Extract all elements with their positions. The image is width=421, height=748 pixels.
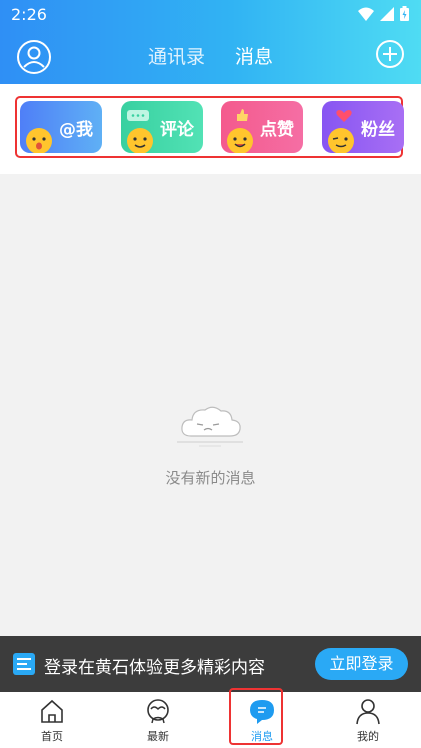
category-mention[interactable]: @我 [20,101,102,153]
login-banner: 登录在黄石体验更多精彩内容 立即登录 [0,636,421,692]
speech-bubble-icon [127,110,149,121]
emoji-face-icon [328,128,354,153]
category-like[interactable]: 点赞 [221,101,303,153]
emoji-face-icon [127,128,153,153]
nav-item-home[interactable]: 首页 [12,692,92,748]
category-label: 点赞 [260,120,294,140]
nav-row: 通讯录 消息 [0,28,421,84]
empty-state-text: 没有新的消息 [165,469,256,487]
app-logo-icon [13,653,35,675]
emoji-face-icon [227,128,253,153]
status-bar: 2:26 [0,0,421,28]
cloud-face-icon [177,406,243,447]
bottom-nav: 首页 最新 消息 我的 [0,692,421,748]
thumb-up-icon [237,109,248,121]
wifi-icon [358,7,374,21]
signal-icon [380,6,394,21]
category-label: @我 [59,120,93,140]
nav-label: 首页 [41,730,63,743]
header-tabs: 通讯录 消息 [0,42,421,69]
category-panel: @我 评论 点赞 粉丝 [0,84,421,174]
message-list-area: 没有新的消息 [0,174,421,636]
nav-item-profile[interactable]: 我的 [328,692,408,748]
highlight-frame [229,688,283,745]
category-label: 粉丝 [361,120,395,140]
category-label: 评论 [160,120,194,140]
home-icon [41,699,63,723]
tab-contacts[interactable]: 通讯录 [148,42,205,69]
category-fans[interactable]: 粉丝 [322,101,404,153]
status-icons [358,6,409,21]
app-header: 2:26 通讯录 消息 [0,0,421,84]
battery-icon [400,6,409,21]
nav-label: 最新 [147,730,169,743]
nav-item-latest[interactable]: 最新 [118,692,198,748]
heart-icon [336,110,352,122]
latest-icon [147,699,169,724]
login-button[interactable]: 立即登录 [315,648,408,680]
tab-messages[interactable]: 消息 [235,42,273,69]
banner-text: 登录在黄石体验更多精彩内容 [44,658,265,678]
status-time: 2:26 [11,5,47,24]
emoji-face-icon [26,128,52,153]
category-comment[interactable]: 评论 [121,101,203,153]
add-icon[interactable] [375,39,405,69]
profile-icon [356,699,380,725]
nav-label: 我的 [357,730,379,743]
